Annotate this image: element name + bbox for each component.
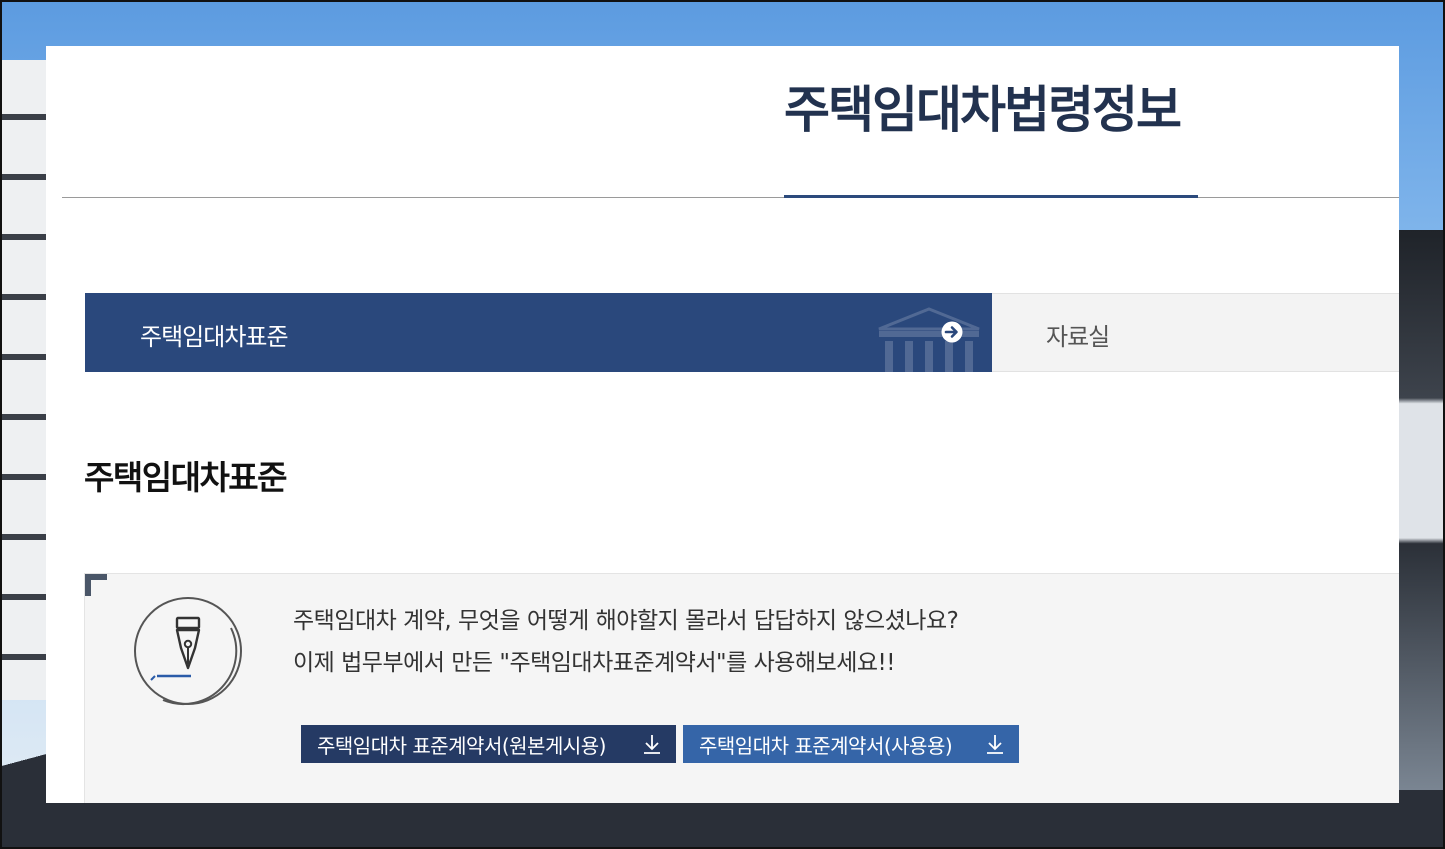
info-text: 주택임대차 계약, 무엇을 어떻게 해야할지 몰라서 답답하지 않으셨나요? 이…	[293, 600, 959, 684]
tab-resources[interactable]: 자료실	[992, 293, 1399, 372]
fountain-pen-icon	[134, 597, 242, 705]
title-accent-bar	[784, 195, 1198, 198]
download-original-label: 주택임대차 표준계약서(원본게시용)	[317, 733, 606, 758]
download-use-button[interactable]: 주택임대차 표준계약서(사용용)	[683, 725, 1019, 763]
tab-label: 주택임대차표준	[140, 323, 289, 351]
page-title: 주택임대차법령정보	[784, 81, 1182, 139]
title-divider	[62, 197, 1399, 198]
arrow-right-circle-icon	[941, 321, 963, 343]
download-icon	[987, 735, 1003, 754]
content-panel: 주택임대차법령정보 주택임대차표준 자료실 주택임대차표준 주택임대차 계약, …	[46, 46, 1399, 803]
download-use-label: 주택임대차 표준계약서(사용용)	[699, 733, 953, 758]
info-line-2: 이제 법무부에서 만든 "주택임대차표준계약서"를 사용해보세요!!	[293, 650, 896, 676]
tab-housing-lease-standard[interactable]: 주택임대차표준	[85, 293, 992, 372]
background-building-right	[1397, 230, 1445, 790]
tab-label: 자료실	[1046, 323, 1110, 351]
corner-mark	[85, 574, 107, 596]
building-icon	[878, 307, 980, 372]
background-building-left	[0, 60, 46, 700]
section-heading: 주택임대차표준	[84, 458, 288, 497]
download-original-button[interactable]: 주택임대차 표준계약서(원본게시용)	[301, 725, 676, 763]
info-line-1: 주택임대차 계약, 무엇을 어떻게 해야할지 몰라서 답답하지 않으셨나요?	[293, 608, 959, 634]
download-icon	[644, 735, 660, 754]
info-box: 주택임대차 계약, 무엇을 어떻게 해야할지 몰라서 답답하지 않으셨나요? 이…	[84, 573, 1399, 803]
